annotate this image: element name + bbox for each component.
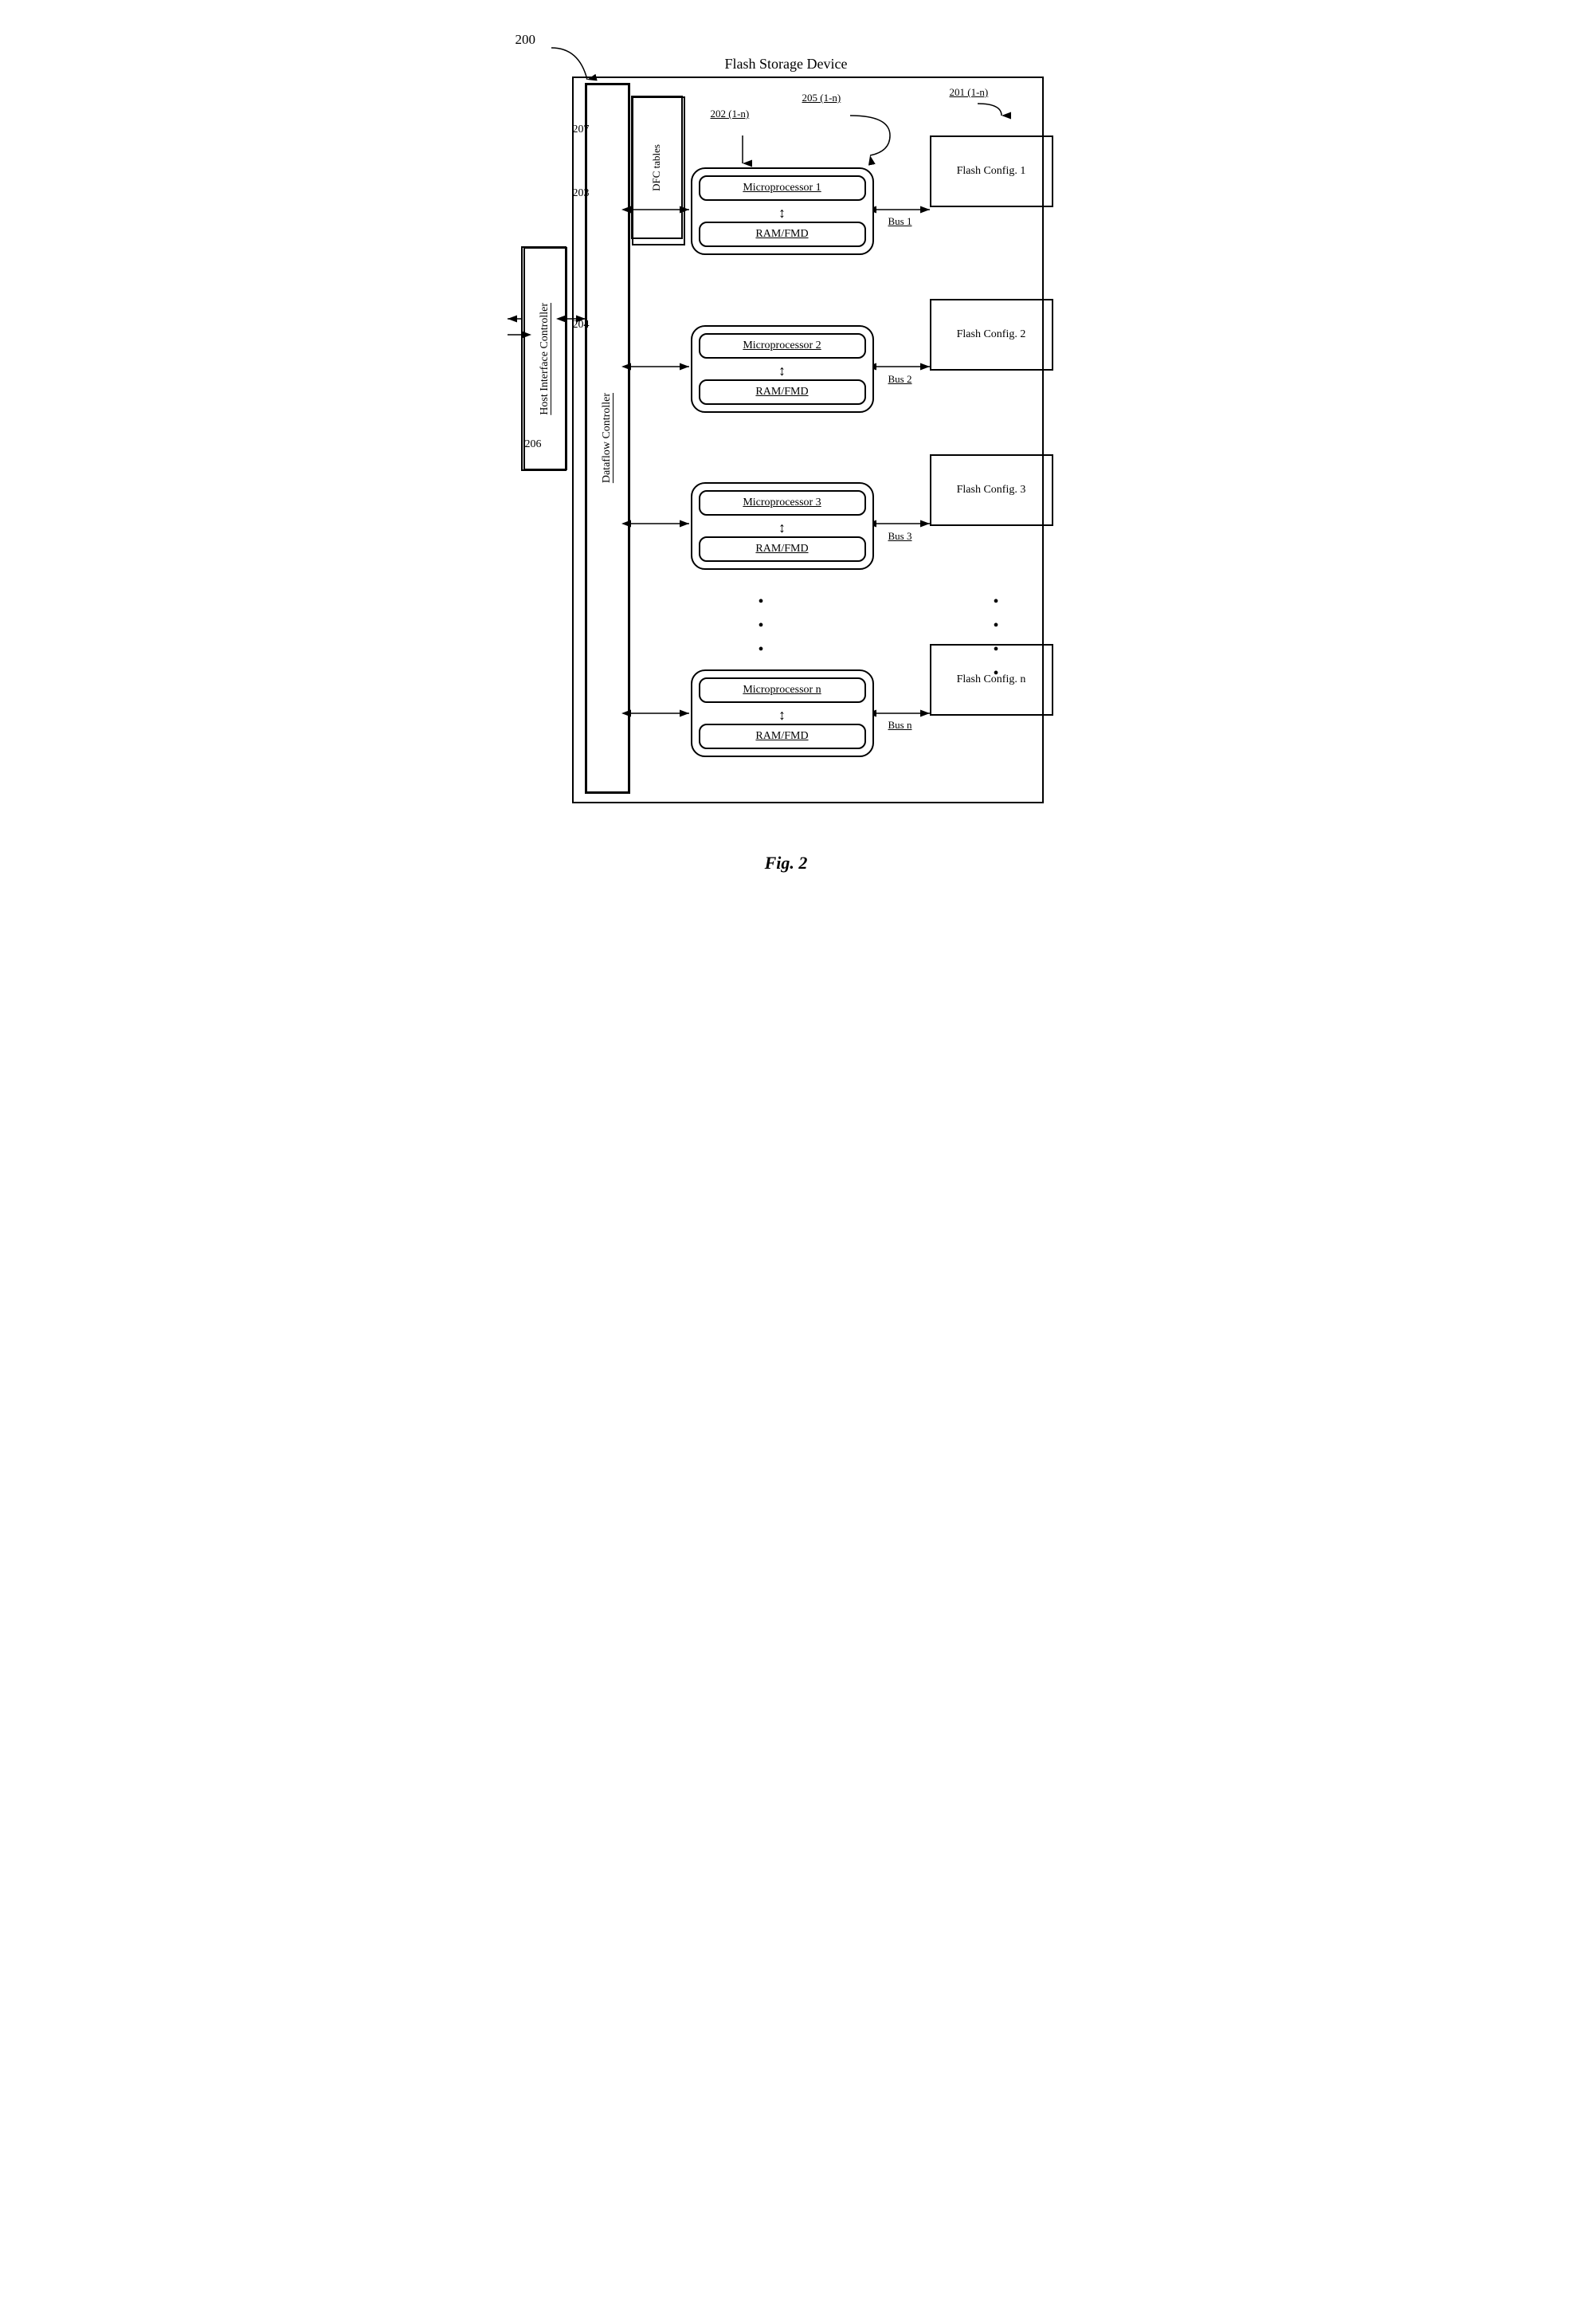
mp1-vert-arrow: ↕: [699, 206, 866, 220]
mp-group-1: Microprocessor 1 ↕ RAM/FMD: [691, 167, 874, 255]
bus-3-label: Bus 3: [888, 530, 912, 543]
mp2-label: Microprocessor 2: [699, 333, 866, 359]
flash-config-n: Flash Config. n: [930, 644, 1053, 716]
diagram-wrapper: 200 Flash Storage Device 202 (1-n) 205 (…: [508, 32, 1065, 829]
mp-outer-n: Microprocessor n ↕ RAM/FMD: [691, 669, 874, 757]
host-interface-controller-box: Host Interface Controller: [523, 247, 567, 470]
mpn-vert-arrow: ↕: [699, 708, 866, 722]
flash-config-1: Flash Config. 1: [930, 135, 1053, 207]
bus-1-label: Bus 1: [888, 215, 912, 228]
mp3-vert-arrow: ↕: [699, 520, 866, 535]
ref-201: 201 (1-n): [950, 86, 989, 99]
mp2-vert-arrow: ↕: [699, 363, 866, 378]
bus-2-label: Bus 2: [888, 373, 912, 386]
mp2-ram-label: RAM/FMD: [699, 379, 866, 405]
mp3-ram-label: RAM/FMD: [699, 536, 866, 562]
mp-outer-2: Microprocessor 2 ↕ RAM/FMD: [691, 325, 874, 413]
dataflow-label: Dataflow Controller: [601, 393, 614, 483]
flash-config-2: Flash Config. 2: [930, 299, 1053, 371]
dataflow-controller-box: Dataflow Controller: [586, 84, 629, 793]
mp1-ram-label: RAM/FMD: [699, 222, 866, 247]
mpn-label: Microprocessor n: [699, 677, 866, 703]
flash-config-3: Flash Config. 3: [930, 454, 1053, 526]
ref-205: 205 (1-n): [802, 92, 841, 104]
dfc-tables-box: DFC tables: [631, 96, 683, 239]
mp-group-3: Microprocessor 3 ↕ RAM/FMD: [691, 482, 874, 570]
flash-storage-title: Flash Storage Device: [699, 56, 874, 73]
mp3-label: Microprocessor 3: [699, 490, 866, 516]
page-container: 200 Flash Storage Device 202 (1-n) 205 (…: [508, 32, 1065, 881]
host-interface-label: Host Interface Controller: [539, 303, 551, 415]
figure-label: Fig. 2: [508, 853, 1065, 873]
dfc-label: DFC tables: [650, 144, 663, 191]
ref-202: 202 (1-n): [711, 108, 750, 120]
bus-n-label: Bus n: [888, 719, 912, 732]
mp-outer-1: Microprocessor 1 ↕ RAM/FMD: [691, 167, 874, 255]
mp1-label: Microprocessor 1: [699, 175, 866, 201]
mp-outer-3: Microprocessor 3 ↕ RAM/FMD: [691, 482, 874, 570]
mp-group-2: Microprocessor 2 ↕ RAM/FMD: [691, 325, 874, 413]
ref-200: 200: [516, 32, 536, 48]
mp-group-n: Microprocessor n ↕ RAM/FMD: [691, 669, 874, 757]
mpn-ram-label: RAM/FMD: [699, 724, 866, 749]
